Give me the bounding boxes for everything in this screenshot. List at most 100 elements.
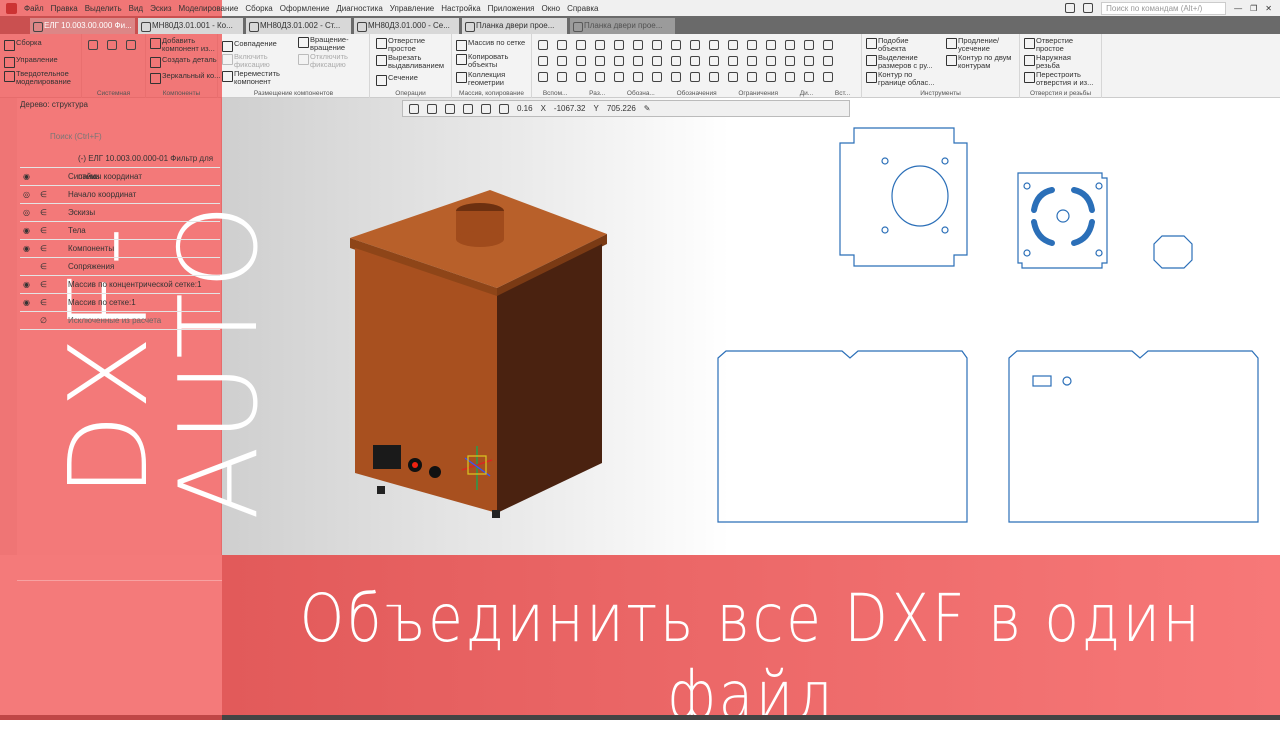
simple-hole-button[interactable]: Отверстие простое bbox=[1024, 37, 1084, 53]
tool-icon[interactable] bbox=[690, 72, 700, 82]
tool-icon[interactable] bbox=[747, 40, 757, 50]
menu-manage[interactable]: Управление bbox=[390, 4, 434, 13]
tool-icon[interactable] bbox=[804, 72, 814, 82]
tool-icon[interactable] bbox=[595, 40, 605, 50]
tool-icon[interactable] bbox=[709, 56, 719, 66]
tool-icon[interactable] bbox=[633, 72, 643, 82]
tree-item[interactable]: ◉ ∈ Компоненты bbox=[20, 240, 220, 258]
tree-item[interactable]: ◉ Системы координат bbox=[20, 168, 220, 186]
menu-modeling[interactable]: Моделирование bbox=[178, 4, 238, 13]
save-icon[interactable] bbox=[126, 40, 136, 50]
object-similarity-button[interactable]: Подобие объекта bbox=[866, 37, 926, 53]
tool-icon[interactable] bbox=[823, 56, 833, 66]
tool-icon[interactable] bbox=[652, 56, 662, 66]
grid-array-button[interactable]: Массив по сетке bbox=[456, 39, 525, 51]
tree-search-input[interactable]: Поиск (Ctrl+F) bbox=[50, 132, 102, 141]
tree-item[interactable]: ◉ ∈ Тела bbox=[20, 222, 220, 240]
screenshot-icon[interactable] bbox=[1083, 3, 1094, 13]
mirror-component-button[interactable]: Зеркальный ко... bbox=[150, 72, 220, 84]
tab-document[interactable]: МН80Д3.01.000 - Се... bbox=[354, 18, 459, 34]
layout-icon[interactable] bbox=[1065, 3, 1076, 13]
excluded-icon[interactable]: ∅ bbox=[40, 312, 47, 330]
tool-icon[interactable] bbox=[614, 40, 624, 50]
tool-icon[interactable] bbox=[785, 56, 795, 66]
tree-item[interactable]: ◉ ∈ Массив по концентрической сетке:1 bbox=[20, 276, 220, 294]
tool-icon[interactable] bbox=[690, 40, 700, 50]
rebuild-holes-button[interactable]: Перестроить отверстия и из... bbox=[1024, 71, 1102, 87]
tool-icon[interactable] bbox=[728, 72, 738, 82]
eye-hidden-icon[interactable]: ◎ bbox=[23, 204, 30, 222]
tree-item[interactable]: ◎ ∈ Начало координат bbox=[20, 186, 220, 204]
create-part-button[interactable]: Создать деталь bbox=[150, 56, 217, 68]
tool-icon[interactable] bbox=[766, 40, 776, 50]
tool-icon[interactable] bbox=[538, 72, 548, 82]
rotation-button[interactable]: Вращение-вращение bbox=[298, 36, 366, 52]
eye-icon[interactable]: ◉ bbox=[23, 222, 30, 240]
new-icon[interactable] bbox=[88, 40, 98, 50]
tool-icon[interactable] bbox=[766, 56, 776, 66]
tree-item[interactable]: ∈ Сопряжения bbox=[20, 258, 220, 276]
tool-icon[interactable] bbox=[576, 72, 586, 82]
tool-icon[interactable] bbox=[804, 40, 814, 50]
tool-icon[interactable] bbox=[671, 56, 681, 66]
tool-icon[interactable] bbox=[633, 40, 643, 50]
menu-sketch[interactable]: Эскиз bbox=[150, 4, 171, 13]
eye-hidden-icon[interactable]: ◎ bbox=[23, 186, 30, 204]
tool-icon[interactable] bbox=[747, 56, 757, 66]
tool-icon[interactable] bbox=[766, 72, 776, 82]
menu-view[interactable]: Вид bbox=[129, 4, 143, 13]
zoom-icon[interactable] bbox=[409, 103, 419, 114]
extrude-cut-button[interactable]: Вырезать выдавливанием bbox=[376, 54, 452, 70]
tool-icon[interactable] bbox=[614, 72, 624, 82]
tool-icon[interactable] bbox=[576, 40, 586, 50]
tool-icon[interactable] bbox=[747, 72, 757, 82]
include-icon[interactable]: ∈ bbox=[40, 294, 47, 312]
geometry-collection-button[interactable]: Коллекция геометрии bbox=[456, 71, 516, 87]
tree-item[interactable]: ∅ Исключенные из расчета bbox=[20, 312, 220, 330]
section-button[interactable]: Сечение bbox=[376, 74, 418, 86]
menu-help[interactable]: Справка bbox=[567, 4, 598, 13]
open-icon[interactable] bbox=[107, 40, 117, 50]
mode-assembly[interactable]: Сборка bbox=[4, 39, 42, 51]
tool-icon[interactable] bbox=[652, 72, 662, 82]
eye-icon[interactable]: ◉ bbox=[23, 240, 30, 258]
hide-icon[interactable] bbox=[481, 103, 491, 114]
tab-document[interactable]: Планка двери прое... bbox=[462, 18, 567, 34]
tool-icon[interactable] bbox=[671, 40, 681, 50]
close-button[interactable]: ✕ bbox=[1265, 4, 1272, 13]
menu-apps[interactable]: Приложения bbox=[488, 4, 535, 13]
menu-design[interactable]: Оформление bbox=[280, 4, 330, 13]
tab-document[interactable]: МН80Д3.01.001 - Ко... bbox=[138, 18, 243, 34]
tool-icon[interactable] bbox=[595, 56, 605, 66]
tab-document[interactable]: ЕЛГ 10.003.00.000 Фи... bbox=[30, 18, 135, 34]
include-icon[interactable]: ∈ bbox=[40, 222, 47, 240]
mode-manage[interactable]: Управление bbox=[4, 56, 58, 68]
tool-icon[interactable] bbox=[785, 72, 795, 82]
include-icon[interactable]: ∈ bbox=[40, 240, 47, 258]
tool-icon[interactable] bbox=[557, 40, 567, 50]
tool-icon[interactable] bbox=[785, 40, 795, 50]
tab-document[interactable]: МН80Д3.01.002 - Ст... bbox=[246, 18, 351, 34]
add-component-button[interactable]: Добавить компонент из... bbox=[150, 37, 218, 53]
two-contour-button[interactable]: Контур по двум контурам bbox=[946, 54, 1020, 70]
copy-objects-button[interactable]: Копировать объекты bbox=[456, 53, 516, 69]
menu-file[interactable]: Файл bbox=[24, 4, 44, 13]
menu-window[interactable]: Окно bbox=[541, 4, 560, 13]
coincidence-button[interactable]: Совпадение bbox=[222, 40, 277, 52]
orient-icon[interactable] bbox=[427, 103, 437, 114]
include-icon[interactable]: ∈ bbox=[40, 258, 47, 276]
filter-icon[interactable] bbox=[499, 103, 509, 114]
extend-trim-button[interactable]: Продление/ усечение bbox=[946, 37, 1016, 53]
menu-edit[interactable]: Правка bbox=[51, 4, 78, 13]
tool-icon[interactable] bbox=[538, 56, 548, 66]
menu-select[interactable]: Выделить bbox=[85, 4, 122, 13]
region-contour-button[interactable]: Контур по границе облас... bbox=[866, 71, 942, 87]
tool-icon[interactable] bbox=[823, 40, 833, 50]
tool-icon[interactable] bbox=[595, 72, 605, 82]
simple-hole-button[interactable]: Отверстие простое bbox=[376, 37, 436, 53]
menu-settings[interactable]: Настройка bbox=[441, 4, 480, 13]
command-search-input[interactable]: Поиск по командам (Alt+/) bbox=[1101, 1, 1227, 15]
eye-icon[interactable]: ◉ bbox=[23, 294, 30, 312]
include-icon[interactable]: ∈ bbox=[40, 276, 47, 294]
disable-fix-button[interactable]: Отключить фиксацию bbox=[298, 53, 358, 69]
